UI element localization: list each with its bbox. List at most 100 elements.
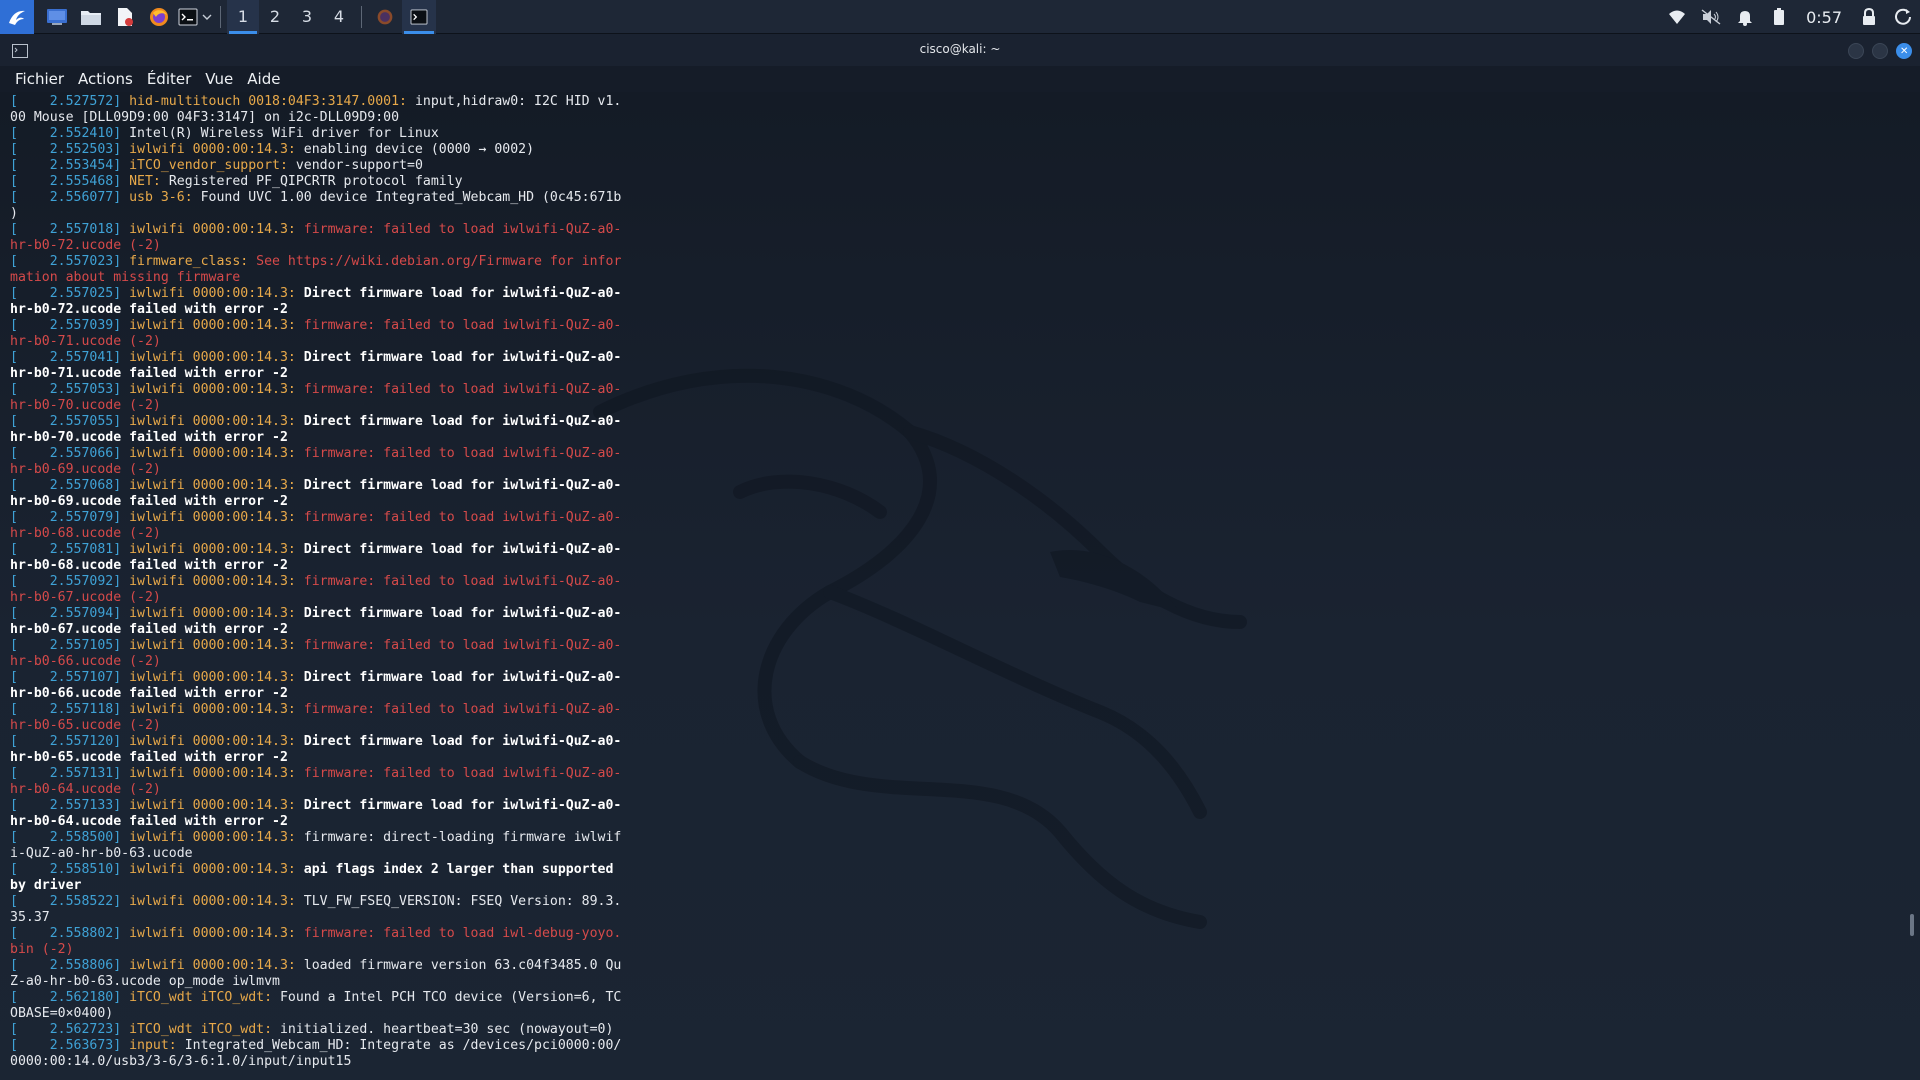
maximize-button[interactable] bbox=[1872, 43, 1888, 59]
terminal-text-segment: [ bbox=[10, 958, 50, 973]
terminal-text-segment: TLV_FW_FSEQ_VERSION: FSEQ Version: 89.3. bbox=[295, 894, 622, 909]
terminal-line: [ 2.552410] Intel(R) Wireless WiFi drive… bbox=[10, 126, 621, 142]
terminal-output[interactable]: [ 2.527572] hid-multitouch 0018:04F3:314… bbox=[0, 92, 1920, 1080]
terminal-line: hr-b0-68.ucode (-2) bbox=[10, 526, 621, 542]
terminal-line: hr-b0-70.ucode failed with error -2 bbox=[10, 430, 621, 446]
terminal-text-segment: 2.558510] bbox=[49, 862, 122, 877]
terminal-text-segment: [ bbox=[10, 670, 50, 685]
menu-actions[interactable]: Actions bbox=[71, 70, 140, 88]
close-button[interactable] bbox=[1896, 43, 1912, 59]
terminal-text-segment: iwlwifi 0000:00:14.3: bbox=[121, 702, 296, 717]
window-titlebar[interactable]: cisco@kali: ~ bbox=[0, 34, 1920, 66]
terminal-text-segment: [ bbox=[10, 446, 50, 461]
terminal-text-segment: hr-b0-71.ucode (-2) bbox=[10, 334, 161, 349]
terminal-text-segment: 2.557081] bbox=[49, 542, 122, 557]
volume-muted-icon[interactable] bbox=[1694, 0, 1728, 34]
file-manager-icon[interactable] bbox=[74, 0, 108, 34]
chevron-down-icon[interactable] bbox=[200, 0, 214, 34]
terminal-text-segment: Direct firmware load for iwlwifi-QuZ-a0- bbox=[295, 414, 622, 429]
terminal-line: [ 2.557105] iwlwifi 0000:00:14.3: firmwa… bbox=[10, 638, 621, 654]
terminal-text-segment: [ bbox=[10, 190, 50, 205]
terminal-text-segment: iwlwifi 0000:00:14.3: bbox=[121, 510, 296, 525]
terminal-launcher-icon[interactable] bbox=[176, 0, 200, 34]
show-desktop-icon[interactable] bbox=[40, 0, 74, 34]
terminal-text-segment: 2.557094] bbox=[49, 606, 122, 621]
workspace-1[interactable]: 1 bbox=[227, 0, 259, 34]
terminal-text-segment: firmware: failed to load iwlwifi-QuZ-a0- bbox=[295, 318, 622, 333]
terminal-text-segment: 2.557066] bbox=[49, 446, 122, 461]
panel-separator bbox=[220, 5, 221, 28]
terminal-text-segment: 2.557105] bbox=[49, 638, 122, 653]
terminal-text-segment: NET: bbox=[121, 174, 161, 189]
workspace-4[interactable]: 4 bbox=[323, 0, 355, 34]
terminal-text-segment: iwlwifi 0000:00:14.3: bbox=[121, 670, 296, 685]
terminal-lines: [ 2.527572] hid-multitouch 0018:04F3:314… bbox=[10, 94, 621, 1070]
menu-vue[interactable]: Vue bbox=[198, 70, 240, 88]
terminal-text-segment: iwlwifi 0000:00:14.3: bbox=[121, 222, 296, 237]
terminal-text-segment: enabling device (0000 → 0002) bbox=[295, 142, 535, 157]
terminal-text-segment: iwlwifi 0000:00:14.3: bbox=[121, 766, 296, 781]
terminal-line: [ 2.555468] NET: Registered PF_QIPCRTR p… bbox=[10, 174, 621, 190]
menu-editer[interactable]: Éditer bbox=[140, 70, 198, 88]
notifications-bell-icon[interactable] bbox=[1728, 0, 1762, 34]
terminal-text-segment: iTCO_wdt iTCO_wdt: bbox=[121, 1022, 273, 1037]
terminal-text-segment: hr-b0-68.ucode failed with error -2 bbox=[10, 558, 288, 573]
terminal-line: [ 2.553454] iTCO_vendor_support: vendor-… bbox=[10, 158, 621, 174]
terminal-text-segment: [ bbox=[10, 830, 50, 845]
terminal-text-segment: 2.527572] bbox=[49, 94, 122, 109]
terminal-line: hr-b0-70.ucode (-2) bbox=[10, 398, 621, 414]
terminal-text-segment: Direct firmware load for iwlwifi-QuZ-a0- bbox=[295, 478, 622, 493]
terminal-text-segment: 2.557023] bbox=[49, 254, 122, 269]
terminal-line: [ 2.552503] iwlwifi 0000:00:14.3: enabli… bbox=[10, 142, 621, 158]
terminal-text-segment: 2.563673] bbox=[49, 1038, 122, 1053]
terminal-text-segment: Direct firmware load for iwlwifi-QuZ-a0- bbox=[295, 734, 622, 749]
terminal-text-segment: firmware: direct-loading firmware iwlwif bbox=[295, 830, 622, 845]
terminal-text-segment: 2.557131] bbox=[49, 766, 122, 781]
lock-icon[interactable] bbox=[1852, 0, 1886, 34]
task-firefox-icon[interactable] bbox=[368, 0, 402, 34]
terminal-line: hr-b0-69.ucode failed with error -2 bbox=[10, 494, 621, 510]
terminal-text-segment: See https://wiki.debian.org/Firmware for… bbox=[248, 254, 622, 269]
terminal-line: hr-b0-64.ucode (-2) bbox=[10, 782, 621, 798]
terminal-text-segment: 2.557053] bbox=[49, 382, 122, 397]
terminal-text-segment: 2.558802] bbox=[49, 926, 122, 941]
terminal-text-segment: 2.558806] bbox=[49, 958, 122, 973]
battery-icon[interactable] bbox=[1762, 0, 1796, 34]
menu-aide[interactable]: Aide bbox=[240, 70, 287, 88]
text-editor-icon[interactable] bbox=[108, 0, 142, 34]
terminal-text-segment: ) bbox=[10, 206, 18, 221]
terminal-text-segment: Direct firmware load for iwlwifi-QuZ-a0- bbox=[295, 670, 622, 685]
terminal-text-segment: iwlwifi 0000:00:14.3: bbox=[121, 446, 296, 461]
terminal-line: [ 2.562723] iTCO_wdt iTCO_wdt: initializ… bbox=[10, 1022, 621, 1038]
terminal-text-segment: [ bbox=[10, 894, 50, 909]
terminal-text-segment: hr-b0-67.ucode failed with error -2 bbox=[10, 622, 288, 637]
workspace-2[interactable]: 2 bbox=[259, 0, 291, 34]
power-icon[interactable] bbox=[1886, 0, 1920, 34]
terminal-text-segment: hr-b0-67.ucode (-2) bbox=[10, 590, 161, 605]
clock[interactable]: 0:57 bbox=[1796, 8, 1852, 27]
task-terminal-icon[interactable] bbox=[402, 0, 436, 34]
terminal-text-segment: firmware_class: bbox=[121, 254, 249, 269]
terminal-text-segment: 2.555468] bbox=[49, 174, 122, 189]
terminal-text-segment: 2.557092] bbox=[49, 574, 122, 589]
terminal-line: [ 2.557107] iwlwifi 0000:00:14.3: Direct… bbox=[10, 670, 621, 686]
menu-fichier[interactable]: Fichier bbox=[8, 70, 71, 88]
terminal-line: [ 2.557133] iwlwifi 0000:00:14.3: Direct… bbox=[10, 798, 621, 814]
workspace-3[interactable]: 3 bbox=[291, 0, 323, 34]
wifi-icon[interactable] bbox=[1660, 0, 1694, 34]
terminal-line: [ 2.558806] iwlwifi 0000:00:14.3: loaded… bbox=[10, 958, 621, 974]
terminal-text-segment: [ bbox=[10, 702, 50, 717]
terminal-text-segment: OBASE=0×0400) bbox=[10, 1006, 114, 1021]
minimize-button[interactable] bbox=[1848, 43, 1864, 59]
terminal-line: [ 2.557041] iwlwifi 0000:00:14.3: Direct… bbox=[10, 350, 621, 366]
kali-menu-icon[interactable] bbox=[0, 0, 34, 34]
scrollbar[interactable] bbox=[1910, 914, 1914, 936]
terminal-text-segment: 2.557041] bbox=[49, 350, 122, 365]
terminal-line: OBASE=0×0400) bbox=[10, 1006, 621, 1022]
terminal-text-segment: 2.558522] bbox=[49, 894, 122, 909]
firefox-icon[interactable] bbox=[142, 0, 176, 34]
terminal-line: [ 2.557055] iwlwifi 0000:00:14.3: Direct… bbox=[10, 414, 621, 430]
terminal-text-segment: [ bbox=[10, 926, 50, 941]
terminal-text-segment: loaded firmware version 63.c04f3485.0 Qu bbox=[295, 958, 622, 973]
terminal-text-segment: 2.557039] bbox=[49, 318, 122, 333]
